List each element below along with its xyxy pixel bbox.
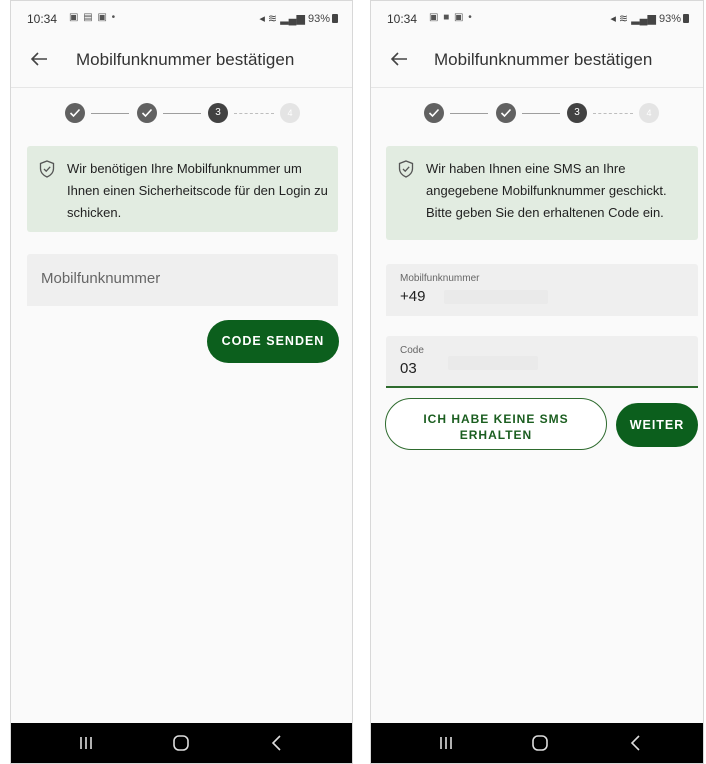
phone-number-placeholder: Mobilfunknummer [41,270,161,287]
recent-apps-icon[interactable] [416,723,476,763]
back-nav-icon[interactable] [606,723,666,763]
code-input[interactable]: Code 03 [386,336,698,388]
system-nav-bar [371,723,703,763]
step-3-current: 3 [567,103,587,123]
info-text: Wir haben Ihnen eine SMS an Ihre angegeb… [426,161,667,220]
status-bar: 10:34 ▣ ■ ▣ • ◂ ≋ ▂▄▆ 93% [371,1,703,35]
no-sms-received-button[interactable]: ICH HABE KEINE SMS ERHALTEN [385,398,607,450]
step-4-upcoming: 4 [639,103,659,123]
notification-icons: ▣ ▤ ▣ • [69,12,117,23]
step-2-complete-check-icon [496,103,516,123]
step-1-complete-check-icon [424,103,444,123]
app-bar: Mobilfunknummer bestätigen [11,35,352,88]
step-connector [91,113,129,114]
phone-screen-enter-number: 10:34 ▣ ▤ ▣ • ◂ ≋ ▂▄▆ 93% Mobilfunknumme… [10,0,353,764]
step-connector [450,113,488,114]
battery-level: 93% [307,13,330,25]
home-icon[interactable] [151,723,211,763]
step-connector [163,113,201,114]
home-icon[interactable] [510,723,570,763]
status-time: 10:34 [387,12,418,26]
next-button[interactable]: WEITER [616,403,698,447]
phone-number-value: +49 [400,288,426,305]
phone-screen-enter-code: 10:34 ▣ ■ ▣ • ◂ ≋ ▂▄▆ 93% Mobilfunknumme… [370,0,704,764]
signal-icon: ◂ ≋ ▂▄▆ [610,13,659,25]
app-bar: Mobilfunknummer bestätigen [371,35,703,88]
page-title: Mobilfunknummer bestätigen [76,50,295,69]
redacted-code [448,356,538,370]
back-arrow-icon[interactable] [383,43,415,75]
step-connector [522,113,560,114]
info-box: Wir haben Ihnen eine SMS an Ihre angegeb… [386,146,698,240]
battery-icon [683,14,689,23]
battery-level: 93% [658,13,681,25]
shield-check-icon [398,160,414,178]
notification-icons: ▣ ■ ▣ • [429,12,473,23]
step-1-complete-check-icon [65,103,85,123]
back-nav-icon[interactable] [247,723,307,763]
progress-stepper: 3 4 [11,103,352,127]
status-time: 10:34 [27,12,58,26]
step-2-complete-check-icon [137,103,157,123]
page-title: Mobilfunknummer bestätigen [434,50,653,69]
progress-stepper: 3 4 [371,103,703,127]
info-text: Wir benötigen Ihre Mobilfunknummer um Ih… [67,161,328,220]
back-arrow-icon[interactable] [23,43,55,75]
status-right: ◂ ≋ ▂▄▆ 93% [259,12,338,25]
redacted-number [444,290,548,304]
status-right: ◂ ≋ ▂▄▆ 93% [610,12,689,25]
system-nav-bar [11,723,352,763]
signal-icon: ◂ ≋ ▂▄▆ [259,13,308,25]
step-connector-pending [593,113,633,114]
code-label: Code [400,345,424,356]
phone-number-field[interactable]: Mobilfunknummer +49 [386,264,698,316]
code-value: 03 [400,360,417,377]
step-4-upcoming: 4 [280,103,300,123]
status-bar: 10:34 ▣ ▤ ▣ • ◂ ≋ ▂▄▆ 93% [11,1,352,35]
recent-apps-icon[interactable] [56,723,116,763]
phone-number-label: Mobilfunknummer [400,273,480,284]
shield-check-icon [39,160,55,178]
info-box: Wir benötigen Ihre Mobilfunknummer um Ih… [27,146,338,232]
phone-number-input[interactable]: Mobilfunknummer [27,254,338,306]
battery-icon [332,14,338,23]
step-3-current: 3 [208,103,228,123]
step-connector-pending [234,113,274,114]
send-code-button[interactable]: CODE SENDEN [207,320,339,363]
